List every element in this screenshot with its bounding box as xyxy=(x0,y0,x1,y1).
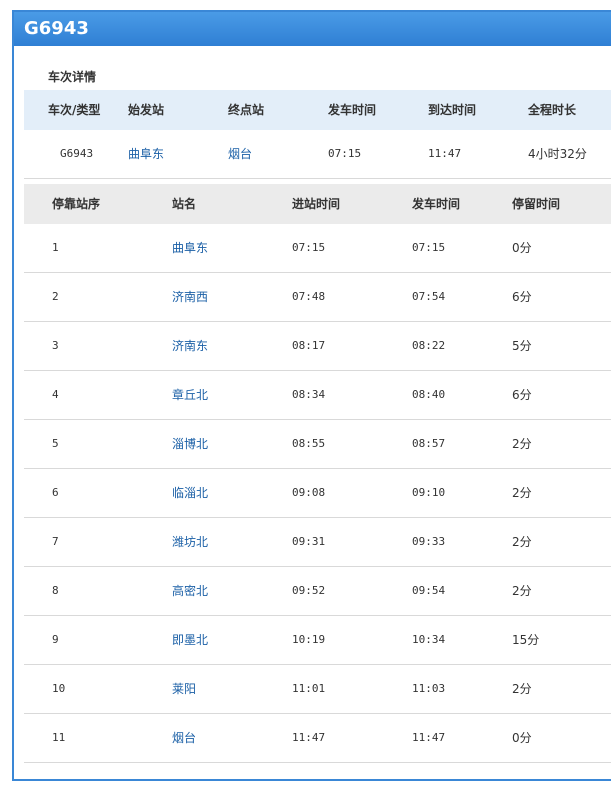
stops-header-arrive: 进站时间 xyxy=(292,197,341,211)
table-row: 1 曲阜东 07:15 07:15 0分 xyxy=(24,224,611,273)
stop-depart-time: 08:40 xyxy=(412,388,446,401)
stop-arrive-time: 07:15 xyxy=(292,241,326,254)
stop-depart-time: 08:57 xyxy=(412,437,446,450)
stop-stay-time: 6分 xyxy=(512,388,532,402)
table-row: 11 烟台 11:47 11:47 0分 xyxy=(24,714,611,763)
table-row: 3 济南东 08:17 08:22 5分 xyxy=(24,322,611,371)
summary-destination-link[interactable]: 烟台 xyxy=(228,130,252,178)
summary-header-origin: 始发站 xyxy=(128,103,165,117)
stop-stay-time: 2分 xyxy=(512,486,532,500)
stop-depart-time: 09:54 xyxy=(412,584,446,597)
table-row: 7 潍坊北 09:31 09:33 2分 xyxy=(24,518,611,567)
summary-header-arrive-time: 到达时间 xyxy=(428,103,477,117)
stop-arrive-time: 08:17 xyxy=(292,339,326,352)
stops-header-row: 停靠站序 站名 进站时间 发车时间 停留时间 xyxy=(24,184,611,224)
table-row: 5 淄博北 08:55 08:57 2分 xyxy=(24,420,611,469)
summary-duration: 4小时32分 xyxy=(528,147,587,161)
stop-depart-time: 10:34 xyxy=(412,633,446,646)
stop-arrive-time: 09:08 xyxy=(292,486,326,499)
stop-seq: 5 xyxy=(52,437,59,450)
summary-depart-time: 07:15 xyxy=(328,147,362,160)
stop-stay-time: 6分 xyxy=(512,290,532,304)
summary-header-duration: 全程时长 xyxy=(528,103,577,117)
table-row: 6 临淄北 09:08 09:10 2分 xyxy=(24,469,611,518)
stop-station-link[interactable]: 济南东 xyxy=(172,322,208,370)
summary-table: 车次/类型 始发站 终点站 发车时间 到达时间 全程时长 G6943 曲阜东 烟… xyxy=(24,90,611,179)
stop-depart-time: 09:10 xyxy=(412,486,446,499)
stop-arrive-time: 11:01 xyxy=(292,682,326,695)
stop-stay-time: 0分 xyxy=(512,731,532,745)
table-row: 9 即墨北 10:19 10:34 15分 xyxy=(24,616,611,665)
stop-stay-time: 2分 xyxy=(512,584,532,598)
stop-station-link[interactable]: 曲阜东 xyxy=(172,224,208,272)
stop-seq: 10 xyxy=(52,682,66,695)
stop-stay-time: 5分 xyxy=(512,339,532,353)
stops-table: 停靠站序 站名 进站时间 发车时间 停留时间 1 曲阜东 07:15 07:15… xyxy=(24,184,611,763)
stops-header-seq: 停靠站序 xyxy=(52,197,101,211)
section-title: 车次详情 xyxy=(48,70,97,84)
summary-train-type: G6943 xyxy=(60,147,94,160)
summary-row: G6943 曲阜东 烟台 07:15 11:47 4小时32分 xyxy=(24,130,611,179)
stop-station-link[interactable]: 莱阳 xyxy=(172,665,196,713)
stops-body: 1 曲阜东 07:15 07:15 0分 2 济南西 07:48 07:54 6… xyxy=(24,224,611,763)
stop-arrive-time: 08:34 xyxy=(292,388,326,401)
stops-header-depart: 发车时间 xyxy=(412,197,461,211)
stop-station-link[interactable]: 潍坊北 xyxy=(172,518,208,566)
stop-arrive-time: 10:19 xyxy=(292,633,326,646)
stop-arrive-time: 07:48 xyxy=(292,290,326,303)
table-row: 2 济南西 07:48 07:54 6分 xyxy=(24,273,611,322)
summary-header-destination: 终点站 xyxy=(228,103,265,117)
stop-station-link[interactable]: 济南西 xyxy=(172,273,208,321)
train-detail-panel: G6943 车次详情 车次/类型 始发站 终点站 发车时间 到达时间 全程时长 … xyxy=(12,10,611,781)
stop-depart-time: 07:15 xyxy=(412,241,446,254)
stop-stay-time: 2分 xyxy=(512,682,532,696)
stop-stay-time: 15分 xyxy=(512,633,540,647)
stop-depart-time: 09:33 xyxy=(412,535,446,548)
stop-seq: 9 xyxy=(52,633,59,646)
stop-seq: 11 xyxy=(52,731,66,744)
stop-stay-time: 2分 xyxy=(512,535,532,549)
panel-header-train-number: G6943 xyxy=(14,12,611,46)
summary-origin-link[interactable]: 曲阜东 xyxy=(128,130,164,178)
stop-seq: 7 xyxy=(52,535,59,548)
stops-header-station: 站名 xyxy=(172,197,197,211)
stop-station-link[interactable]: 烟台 xyxy=(172,714,196,762)
table-row: 8 高密北 09:52 09:54 2分 xyxy=(24,567,611,616)
stop-station-link[interactable]: 高密北 xyxy=(172,567,208,615)
stop-depart-time: 11:47 xyxy=(412,731,446,744)
stop-seq: 3 xyxy=(52,339,59,352)
stop-station-link[interactable]: 章丘北 xyxy=(172,371,208,419)
stop-depart-time: 08:22 xyxy=(412,339,446,352)
stop-seq: 4 xyxy=(52,388,59,401)
stop-seq: 6 xyxy=(52,486,59,499)
stop-depart-time: 11:03 xyxy=(412,682,446,695)
summary-arrive-time: 11:47 xyxy=(428,147,462,160)
stop-stay-time: 2分 xyxy=(512,437,532,451)
stop-station-link[interactable]: 淄博北 xyxy=(172,420,208,468)
stop-station-link[interactable]: 临淄北 xyxy=(172,469,208,517)
table-row: 4 章丘北 08:34 08:40 6分 xyxy=(24,371,611,420)
stop-arrive-time: 11:47 xyxy=(292,731,326,744)
stop-arrive-time: 08:55 xyxy=(292,437,326,450)
summary-header-depart-time: 发车时间 xyxy=(328,103,377,117)
stop-seq: 1 xyxy=(52,241,59,254)
stop-arrive-time: 09:52 xyxy=(292,584,326,597)
stop-depart-time: 07:54 xyxy=(412,290,446,303)
stop-seq: 2 xyxy=(52,290,59,303)
stop-stay-time: 0分 xyxy=(512,241,532,255)
stop-arrive-time: 09:31 xyxy=(292,535,326,548)
summary-header-train-type: 车次/类型 xyxy=(48,103,101,117)
stops-header-stay: 停留时间 xyxy=(512,197,561,211)
stop-station-link[interactable]: 即墨北 xyxy=(172,616,208,664)
stop-seq: 8 xyxy=(52,584,59,597)
summary-header-row: 车次/类型 始发站 终点站 发车时间 到达时间 全程时长 xyxy=(24,90,611,130)
table-row: 10 莱阳 11:01 11:03 2分 xyxy=(24,665,611,714)
